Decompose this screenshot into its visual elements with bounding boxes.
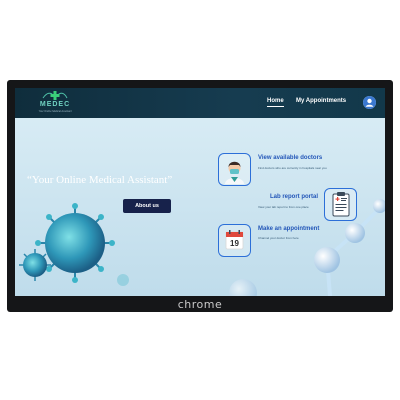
clipboard-report-icon bbox=[332, 192, 350, 217]
user-icon bbox=[363, 96, 376, 109]
app-screen: MEDEC Your Online Medical Assistant Home… bbox=[15, 88, 385, 296]
feature-subtitle: Find doctors who are currently in hospit… bbox=[258, 166, 327, 170]
feature-title[interactable]: Make an appointment bbox=[258, 226, 319, 232]
active-tab-indicator bbox=[267, 106, 284, 107]
device-brand-label: chrome bbox=[177, 298, 223, 311]
appointment-card-icon[interactable]: 19 bbox=[218, 224, 251, 257]
top-navbar: MEDEC Your Online Medical Assistant Home… bbox=[15, 88, 385, 118]
user-avatar[interactable] bbox=[363, 96, 376, 109]
virus-large-icon bbox=[35, 203, 115, 283]
feature-title[interactable]: Lab report portal bbox=[270, 194, 318, 200]
particle-icon bbox=[117, 274, 129, 286]
brand-tagline: Your Online Medical Assistant bbox=[38, 110, 72, 113]
lab-report-card-icon[interactable] bbox=[324, 188, 357, 221]
nav-home-link[interactable]: Home bbox=[267, 98, 284, 104]
doctor-icon bbox=[225, 161, 244, 184]
calendar-day: 19 bbox=[230, 239, 239, 248]
feature-subtitle: View your lab report to from one place bbox=[258, 205, 309, 209]
virus-small-icon bbox=[19, 249, 51, 281]
nav-appointments-link[interactable]: My Appointments bbox=[296, 98, 346, 104]
brand-name: MEDEC bbox=[39, 101, 71, 108]
feature-subtitle: Channel your doctor from here bbox=[258, 236, 299, 240]
about-us-button[interactable]: About us bbox=[123, 199, 171, 213]
view-doctors-card-icon[interactable] bbox=[218, 153, 251, 186]
feature-title[interactable]: View available doctors bbox=[258, 155, 322, 161]
brand-logo[interactable]: MEDEC Your Online Medical Assistant bbox=[35, 90, 75, 116]
molecule-icon bbox=[229, 199, 385, 296]
hero-quote: “Your Online Medical Assistant” bbox=[27, 174, 173, 186]
